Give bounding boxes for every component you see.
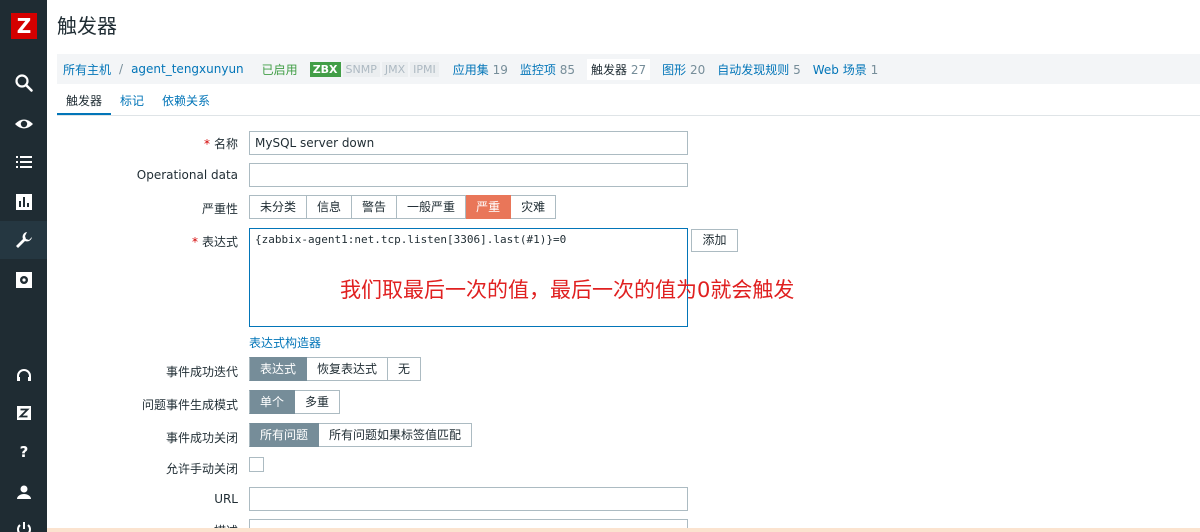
- tab-tags[interactable]: 标记: [111, 88, 153, 115]
- ok-close-all-problems[interactable]: 所有问题: [249, 423, 320, 447]
- severity-not-classified[interactable]: 未分类: [249, 195, 308, 219]
- problem-mode-label: 问题事件生成模式: [141, 398, 238, 412]
- gear-icon[interactable]: [0, 261, 47, 299]
- severity-warning[interactable]: 警告: [352, 195, 398, 219]
- discovery-rules-link[interactable]: 自动发现规则 5: [717, 61, 800, 78]
- eye-icon[interactable]: [0, 105, 47, 143]
- applications-link[interactable]: 应用集 19: [453, 61, 508, 78]
- ipmi-badge: IPMI: [410, 61, 439, 77]
- severity-information[interactable]: 信息: [307, 195, 353, 219]
- ok-event-expression[interactable]: 表达式: [249, 357, 308, 381]
- manual-close-label: 允许手动关闭: [165, 462, 238, 476]
- sidebar: Z ?: [0, 0, 47, 532]
- ok-close-selector: 所有问题 所有问题如果标签值匹配: [249, 423, 473, 447]
- snmp-badge: SNMP: [342, 61, 380, 77]
- triggers-link[interactable]: 触发器 27: [587, 58, 651, 80]
- add-expression-button[interactable]: 添加: [691, 229, 738, 252]
- problem-mode-single[interactable]: 单个: [249, 390, 296, 414]
- list-icon[interactable]: [0, 143, 47, 181]
- user-icon[interactable]: [0, 473, 47, 511]
- ok-event-none[interactable]: 无: [388, 357, 422, 381]
- help-icon[interactable]: ?: [0, 433, 47, 471]
- severity-high[interactable]: 严重: [466, 195, 512, 219]
- manual-close-checkbox[interactable]: [249, 457, 264, 472]
- all-hosts-link[interactable]: 所有主机: [63, 61, 111, 78]
- severity-average[interactable]: 一般严重: [397, 195, 467, 219]
- severity-selector: 未分类 信息 警告 一般严重 严重 灾难: [249, 195, 557, 219]
- tab-trigger[interactable]: 触发器: [57, 88, 112, 115]
- zabbix-logo[interactable]: Z: [11, 13, 37, 39]
- url-input[interactable]: [249, 487, 688, 511]
- name-input[interactable]: MySQL server down: [249, 131, 688, 155]
- items-link[interactable]: 监控项 85: [520, 61, 575, 78]
- power-icon[interactable]: [0, 510, 47, 532]
- svg-text:?: ?: [19, 443, 28, 461]
- zbx-badge: ZBX: [309, 61, 341, 77]
- bottom-divider: [47, 528, 1200, 532]
- ok-event-selector: 表达式 恢复表达式 无: [249, 357, 422, 381]
- operational-data-input[interactable]: [249, 163, 688, 187]
- jmx-badge: JMX: [381, 61, 409, 77]
- host-link[interactable]: agent_tengxunyun: [131, 62, 244, 76]
- breadcrumb-separator: /: [119, 62, 124, 76]
- headset-icon[interactable]: [0, 357, 47, 395]
- z-icon[interactable]: [0, 394, 47, 432]
- name-label: * 名称: [203, 137, 238, 151]
- graphs-link[interactable]: 图形 20: [662, 61, 705, 78]
- page-title: 触发器: [57, 14, 117, 38]
- severity-label: 严重性: [201, 202, 238, 216]
- ok-close-label: 事件成功关闭: [165, 431, 238, 445]
- chart-icon[interactable]: [0, 183, 47, 221]
- web-scenarios-link[interactable]: Web 场景 1: [813, 61, 878, 78]
- severity-disaster[interactable]: 灾难: [511, 195, 557, 219]
- availability-badges: ZBX SNMP JMX IPMI: [309, 61, 441, 77]
- status-enabled[interactable]: 已启用: [262, 61, 298, 78]
- problem-mode-selector: 单个 多重: [249, 390, 341, 414]
- wrench-icon[interactable]: [0, 221, 47, 259]
- problem-mode-multiple[interactable]: 多重: [295, 390, 341, 414]
- expression-builder-link[interactable]: 表达式构造器: [249, 334, 321, 351]
- form-tabs: 触发器 标记 依赖关系: [57, 88, 1200, 116]
- ok-event-label: 事件成功迭代: [165, 365, 238, 379]
- url-label: URL: [214, 492, 238, 506]
- ok-close-tag-match[interactable]: 所有问题如果标签值匹配: [319, 423, 473, 447]
- host-navigation: 所有主机 / agent_tengxunyun 已启用 ZBX SNMP JMX…: [57, 54, 1200, 84]
- expression-label: * 表达式: [191, 235, 238, 249]
- ok-event-recovery-expression[interactable]: 恢复表达式: [307, 357, 389, 381]
- operational-data-label: Operational data: [136, 168, 238, 182]
- annotation-text: 我们取最后一次的值，最后一次的值为0就会触发: [340, 278, 795, 302]
- search-icon[interactable]: [0, 64, 47, 102]
- tab-dependencies[interactable]: 依赖关系: [153, 88, 219, 115]
